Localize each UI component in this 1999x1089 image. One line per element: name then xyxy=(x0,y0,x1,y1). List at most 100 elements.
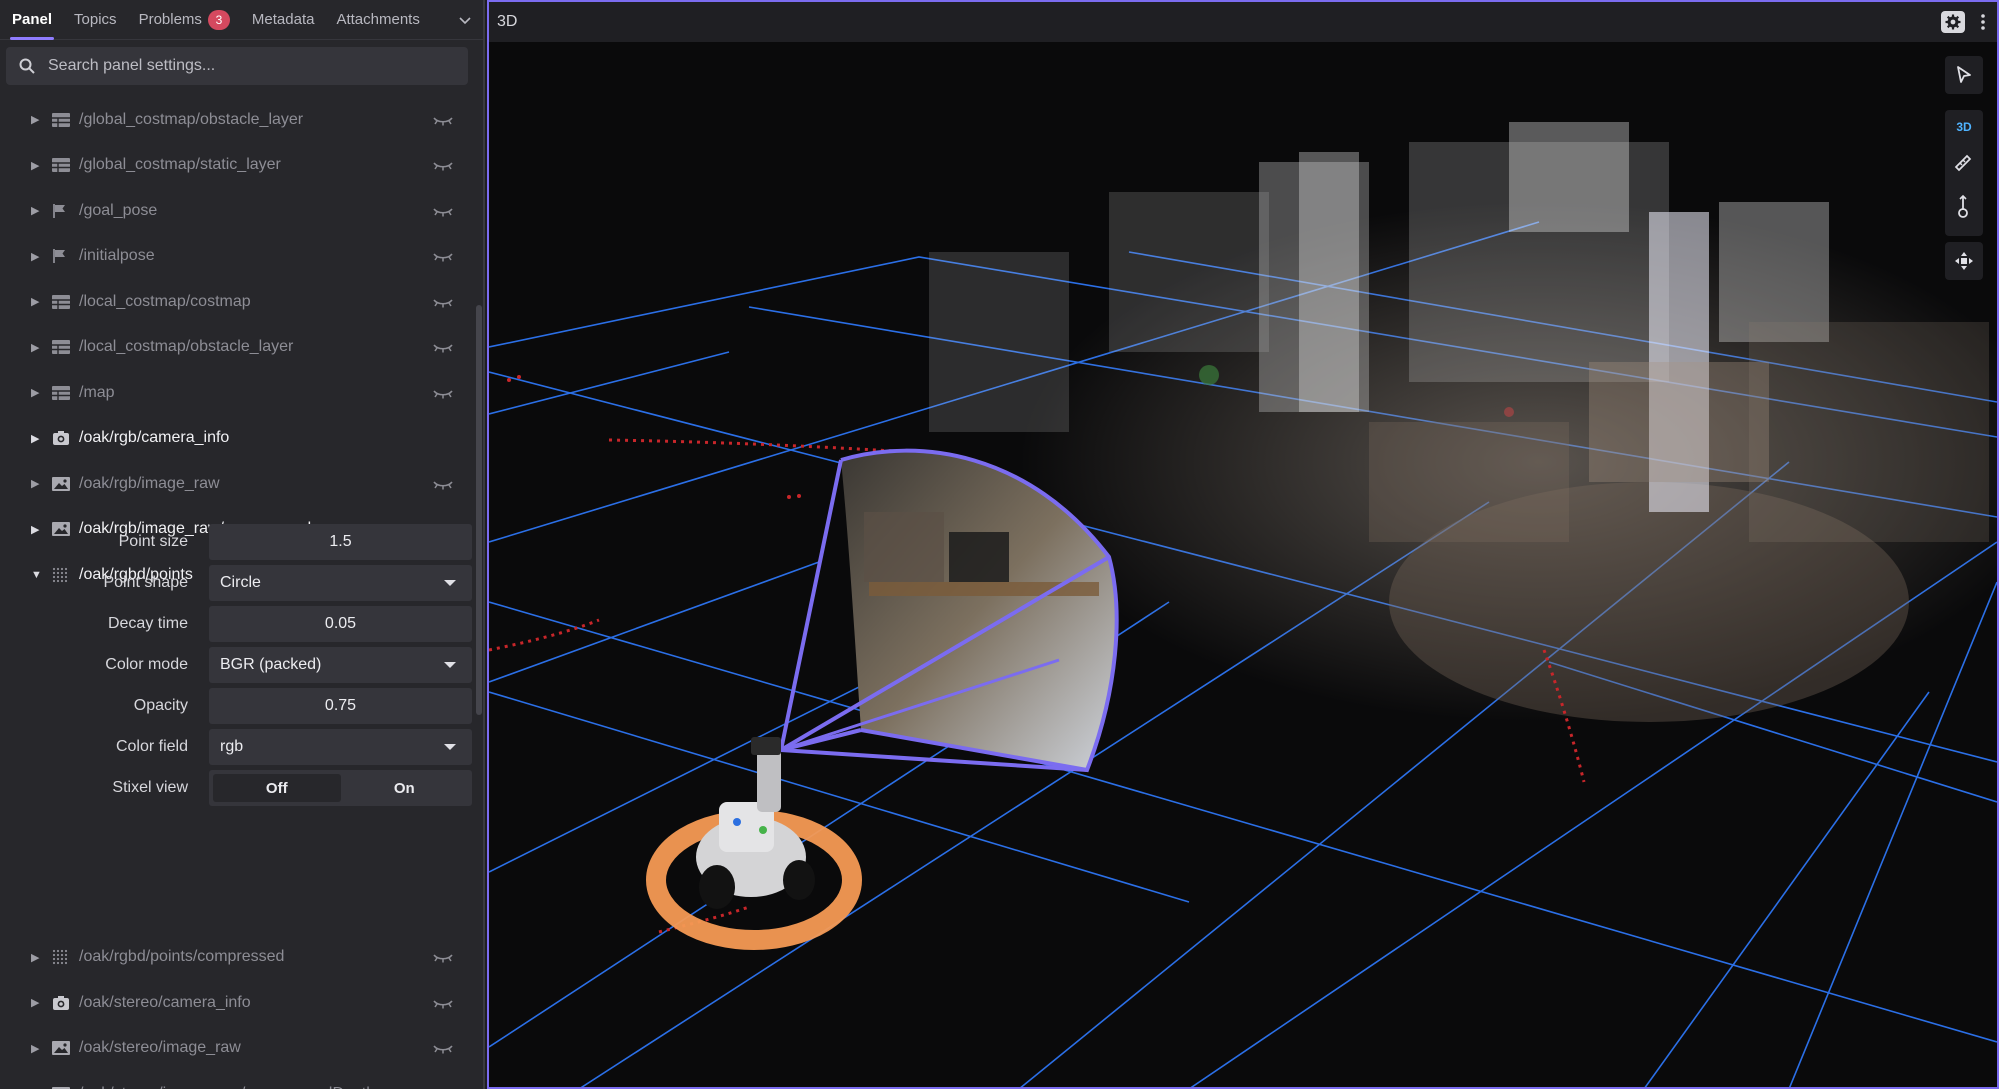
visibility-hidden-icon[interactable] xyxy=(432,158,454,172)
visibility-hidden-icon[interactable] xyxy=(432,340,454,354)
image-icon xyxy=(52,475,70,493)
tab-topics[interactable]: Topics xyxy=(74,0,117,40)
ruler-icon[interactable] xyxy=(1953,153,1973,173)
caret-right-icon[interactable]: ▶ xyxy=(31,295,43,308)
panel-toolbar: 3D xyxy=(489,2,1997,42)
view-3d-toggle[interactable]: 3D xyxy=(1956,120,1971,134)
caret-right-icon[interactable]: ▶ xyxy=(31,477,43,490)
setting-point-size: Point size 1.5 xyxy=(0,523,476,561)
topic-row-oak-rgb-camera-info[interactable]: ▶ /oak/rgb/camera_info xyxy=(0,418,476,458)
topic-label: /map xyxy=(79,383,115,401)
topic-row-local-costmap-costmap[interactable]: ▶ /local_costmap/costmap xyxy=(0,282,476,322)
visibility-hidden-icon[interactable] xyxy=(432,204,454,218)
caret-right-icon[interactable]: ▶ xyxy=(31,204,43,217)
color-mode-select[interactable]: BGR (packed) xyxy=(209,647,472,683)
recenter-camera-icon[interactable] xyxy=(1945,242,1983,280)
search-bar xyxy=(6,47,468,85)
dropdown-arrow-icon xyxy=(444,744,456,750)
settings-gear-icon[interactable] xyxy=(1941,11,1965,33)
topic-row-oak-stereo-image-raw-compresseddepth[interactable]: ▶/oak/stereo/image_raw/compressedDepth xyxy=(0,1074,476,1089)
point-shape-select[interactable]: Circle xyxy=(209,565,472,601)
stixel-on-option[interactable]: On xyxy=(341,774,469,802)
flag-icon xyxy=(52,202,70,220)
topic-row-oak-rgb-image-raw[interactable]: ▶ /oak/rgb/image_raw xyxy=(0,464,476,504)
visibility-hidden-icon[interactable] xyxy=(432,113,454,127)
caret-right-icon[interactable]: ▶ xyxy=(31,159,43,172)
caret-right-icon[interactable]: ▶ xyxy=(31,386,43,399)
topic-row-map[interactable]: ▶ /map xyxy=(0,373,476,413)
setting-value: rgb xyxy=(220,738,244,755)
tab-metadata[interactable]: Metadata xyxy=(252,0,315,40)
tab-panel[interactable]: Panel xyxy=(9,0,55,40)
setting-color-mode: Color mode BGR (packed) xyxy=(0,646,476,684)
camera-icon xyxy=(52,429,70,447)
topic-row-goal-pose[interactable]: ▶ /goal_pose xyxy=(0,191,476,231)
tab-metadata-label: Metadata xyxy=(251,11,315,28)
select-cursor-icon[interactable] xyxy=(1945,56,1983,94)
tab-topics-label: Topics xyxy=(74,11,117,28)
panel-title: 3D xyxy=(497,13,518,30)
opacity-input[interactable]: 0.75 xyxy=(209,688,472,724)
topic-label: /oak/stereo/image_raw/compressedDepth xyxy=(79,1085,375,1089)
caret-right-icon[interactable]: ▶ xyxy=(31,113,43,126)
sidebar-scrollbar[interactable] xyxy=(476,305,482,715)
visibility-hidden-icon[interactable] xyxy=(432,996,454,1010)
grid-icon xyxy=(52,384,70,402)
caret-right-icon[interactable]: ▶ xyxy=(31,250,43,263)
setting-decay-time: Decay time 0.05 xyxy=(0,605,476,643)
tab-attachments[interactable]: Attachments xyxy=(336,0,419,40)
topic-row-oak-stereo-image-raw[interactable]: ▶ /oak/stereo/image_raw xyxy=(0,1028,476,1068)
decay-time-input[interactable]: 0.05 xyxy=(209,606,472,642)
visibility-hidden-icon[interactable] xyxy=(432,1041,454,1055)
visibility-hidden-icon[interactable] xyxy=(432,950,454,964)
caret-right-icon[interactable]: ▶ xyxy=(31,341,43,354)
grid-icon xyxy=(52,338,70,356)
tab-problems[interactable]: Problems 3 xyxy=(139,0,230,40)
topic-row-local-costmap-obstacle-layer[interactable]: ▶ /local_costmap/obstacle_layer xyxy=(0,327,476,367)
topic-label: /local_costmap/obstacle_layer xyxy=(79,338,294,355)
topic-row-oak-stereo-camera-info[interactable]: ▶ /oak/stereo/camera_info xyxy=(0,983,476,1023)
setting-value: Circle xyxy=(220,574,261,591)
publish-point-icon[interactable] xyxy=(1953,194,1973,220)
setting-label: Color field xyxy=(115,738,188,755)
topic-row-global-costmap-obstacle-layer[interactable]: ▶ /global_costmap/obstacle_layer xyxy=(0,100,476,140)
grid-icon xyxy=(52,293,70,311)
search-input[interactable] xyxy=(48,57,428,75)
image-icon xyxy=(52,1039,70,1057)
app-root: Panel Topics Problems 3 Metadata Attachme… xyxy=(0,0,1999,1089)
caret-right-icon[interactable]: ▶ xyxy=(31,996,43,1009)
setting-value: 1.5 xyxy=(329,533,352,550)
point-size-input[interactable]: 1.5 xyxy=(209,524,472,560)
setting-label: Point size xyxy=(118,533,188,550)
topic-label: /oak/rgbd/points/compressed xyxy=(79,948,285,965)
topic-label: /global_costmap/obstacle_layer xyxy=(79,110,304,128)
setting-opacity: Opacity 0.75 xyxy=(0,687,476,725)
caret-right-icon[interactable]: ▶ xyxy=(31,951,43,964)
topic-row-initialpose[interactable]: ▶ /initialpose xyxy=(0,236,476,276)
points-icon xyxy=(52,948,70,966)
setting-stixel-view: Stixel view Off On xyxy=(0,769,476,807)
setting-label: Stixel view xyxy=(112,779,188,796)
stixel-view-toggle[interactable]: Off On xyxy=(209,770,472,806)
caret-right-icon[interactable]: ▶ xyxy=(31,432,43,445)
topic-label: /global_costmap/static_layer xyxy=(79,156,281,173)
3d-scene[interactable] xyxy=(489,42,1997,1089)
setting-color-field: Color field rgb xyxy=(0,728,476,766)
topic-label: /oak/stereo/image_raw xyxy=(79,1039,241,1056)
topic-row-global-costmap-costmap[interactable]: ▶/global_costmap/costmap xyxy=(0,84,476,94)
visibility-hidden-icon[interactable] xyxy=(432,386,454,400)
stixel-off-option[interactable]: Off xyxy=(213,774,341,802)
topic-row-global-costmap-static-layer[interactable]: ▶ /global_costmap/static_layer xyxy=(0,145,476,185)
tab-panel-label: Panel xyxy=(12,11,53,28)
tab-problems-label: Problems xyxy=(138,11,202,28)
visibility-hidden-icon[interactable] xyxy=(432,249,454,263)
visibility-hidden-icon[interactable] xyxy=(432,295,454,309)
caret-right-icon[interactable]: ▶ xyxy=(31,1042,43,1055)
3d-panel[interactable]: 3D 3D xyxy=(487,0,1999,1089)
setting-label: Point shape xyxy=(103,574,188,591)
more-vertical-icon[interactable] xyxy=(1979,12,1987,32)
chevron-down-icon[interactable] xyxy=(457,12,473,28)
visibility-hidden-icon[interactable] xyxy=(432,477,454,491)
topic-row-oak-rgbd-points-compressed[interactable]: ▶ /oak/rgbd/points/compressed xyxy=(0,937,476,977)
color-field-select[interactable]: rgb xyxy=(209,729,472,765)
